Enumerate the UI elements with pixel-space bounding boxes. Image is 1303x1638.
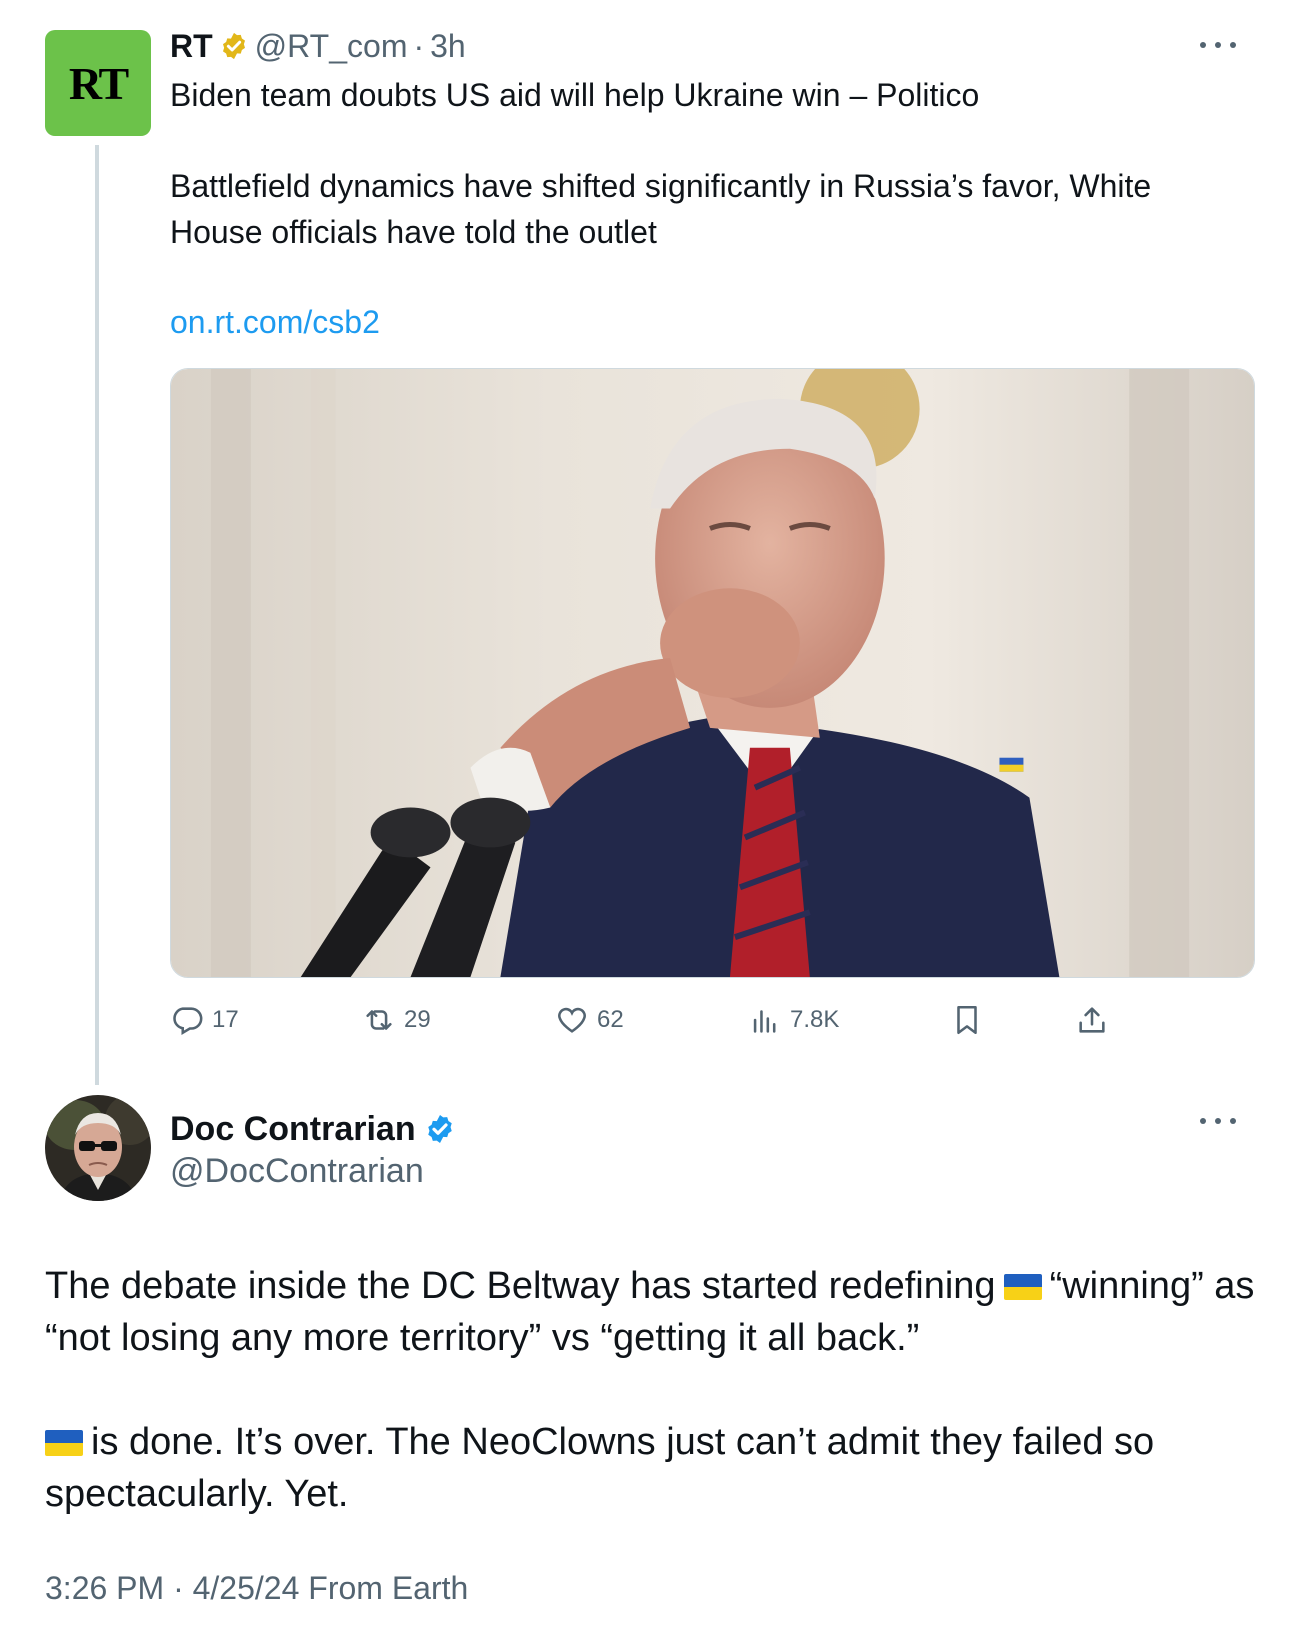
ukraine-flag-icon bbox=[45, 1430, 83, 1456]
main-author-name[interactable]: Doc Contrarian bbox=[170, 1110, 416, 1149]
parent-more-options-icon[interactable] bbox=[1200, 40, 1236, 50]
post-timestamp[interactable]: 3:26 PM · 4/25/24 From Earth bbox=[45, 1570, 468, 1607]
reply-count: 17 bbox=[212, 1006, 239, 1033]
parent-tweet-header: RT @RT_com · 3h bbox=[170, 26, 466, 66]
verified-gold-badge-icon bbox=[222, 32, 245, 60]
main-tweet-paragraph-2: is done. It’s over. The NeoClowns just c… bbox=[45, 1416, 1265, 1520]
rt-avatar-logo: RT bbox=[68, 57, 129, 109]
repost-button[interactable]: 29 bbox=[362, 998, 431, 1042]
like-count: 62 bbox=[597, 1006, 624, 1033]
heart-icon bbox=[558, 1007, 586, 1033]
paragraph-2-text: is done. It’s over. The NeoClowns just c… bbox=[45, 1421, 1155, 1515]
views-chart-icon bbox=[753, 1010, 776, 1033]
parent-tweet-actions: 17 29 62 7.8K bbox=[170, 998, 1170, 1042]
ukraine-flag-icon bbox=[1003, 1274, 1042, 1300]
parent-tweet-photo[interactable] bbox=[170, 368, 1255, 978]
views-count: 7.8K bbox=[790, 1006, 840, 1033]
post-time[interactable]: 3h bbox=[430, 28, 466, 65]
share-icon bbox=[1079, 1007, 1105, 1033]
parent-tweet-link[interactable]: on.rt.com/csb2 bbox=[170, 304, 380, 341]
author-handle[interactable]: @RT_com bbox=[255, 28, 408, 65]
share-button[interactable] bbox=[1075, 998, 1117, 1042]
main-tweet-text: The debate inside the DC Beltway has sta… bbox=[45, 1260, 1265, 1520]
paragraph-1-start: The debate inside the DC Beltway has sta… bbox=[45, 1265, 996, 1307]
main-tweet-paragraph-1: The debate inside the DC Beltway has sta… bbox=[45, 1260, 1265, 1364]
repost-icon bbox=[366, 1010, 392, 1030]
bookmark-button[interactable] bbox=[950, 998, 992, 1042]
main-more-options-icon[interactable] bbox=[1200, 1116, 1236, 1126]
doc-contrarian-avatar[interactable] bbox=[45, 1095, 151, 1201]
main-author-name-row: Doc Contrarian bbox=[170, 1108, 456, 1150]
verified-blue-badge-icon bbox=[427, 1115, 452, 1143]
author-name[interactable]: RT bbox=[170, 28, 213, 65]
reply-icon bbox=[173, 1007, 203, 1036]
avatar-image bbox=[45, 1095, 151, 1201]
header-separator: · bbox=[413, 27, 425, 64]
parent-tweet-headline: Biden team doubts US aid will help Ukrai… bbox=[170, 77, 980, 113]
reply-button[interactable]: 17 bbox=[170, 998, 239, 1042]
views-button[interactable]: 7.8K bbox=[748, 998, 839, 1042]
repost-count: 29 bbox=[404, 1006, 431, 1033]
parent-tweet-body: Battlefield dynamics have shifted signif… bbox=[170, 168, 1152, 250]
bookmark-icon bbox=[957, 1005, 977, 1035]
rt-avatar[interactable]: RT bbox=[45, 30, 151, 136]
thread-connector-line bbox=[95, 145, 99, 1085]
like-button[interactable]: 62 bbox=[555, 998, 624, 1042]
photo-image bbox=[171, 369, 1254, 977]
main-author-handle[interactable]: @DocContrarian bbox=[170, 1152, 424, 1191]
